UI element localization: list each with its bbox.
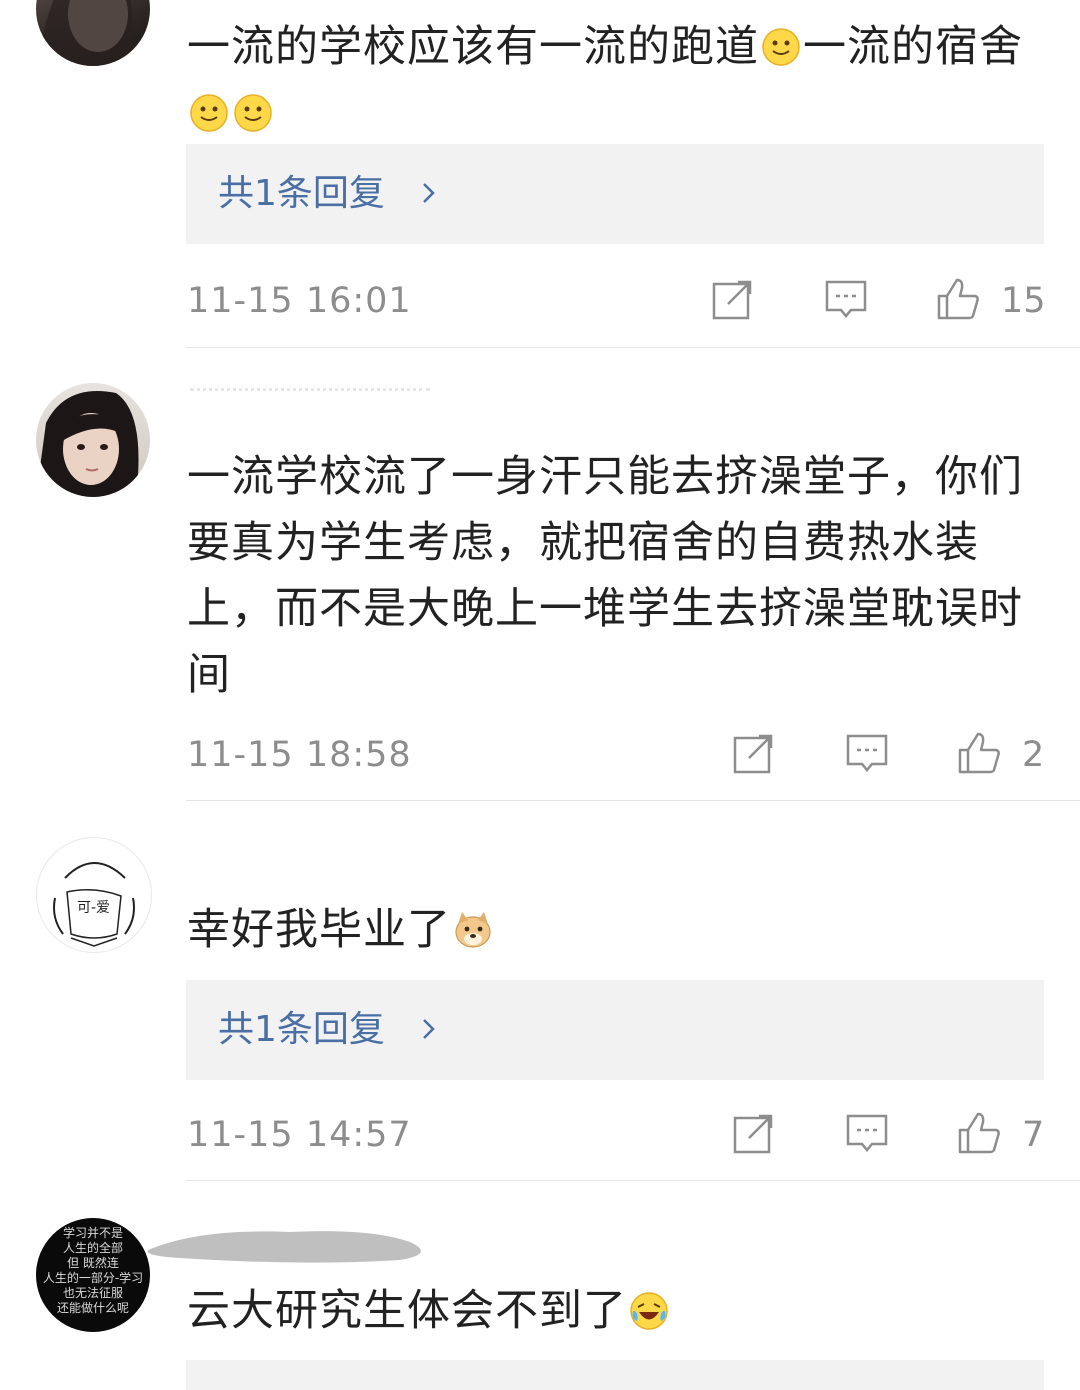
replies-button[interactable] (186, 1360, 1044, 1390)
like-icon[interactable] (956, 730, 1002, 776)
like-count: 7 (1022, 1115, 1045, 1155)
comment-text: 一流的学校应该有一流的跑道 一流的宿舍 (187, 14, 1047, 146)
avatar-image (36, 391, 139, 497)
divider (186, 1180, 1080, 1181)
comment-icon[interactable] (844, 730, 890, 776)
avatar[interactable] (36, 383, 150, 497)
smile-emoji-icon (234, 94, 272, 132)
comment-meta: 11-15 14:57 7 (187, 1110, 1047, 1160)
replies-button[interactable]: 共1条回复 (186, 980, 1044, 1080)
like-count: 2 (1022, 735, 1045, 775)
chevron-right-icon (423, 183, 435, 203)
laugh-cry-emoji-icon (630, 1292, 668, 1330)
comment-text: 幸好我毕业了 (187, 897, 1047, 963)
comment-text: 一流学校流了一身汗只能去挤澡堂子，你们 要真为学生考虑，就把宿舍的自费热水装 上… (187, 452, 1023, 700)
comment-meta: 11-15 18:58 2 (187, 730, 1047, 780)
chevron-right-icon (423, 1019, 435, 1039)
username-obscured (190, 388, 430, 417)
timestamp: 11-15 14:57 (187, 1115, 412, 1155)
comment-text: 云大研究生体会不到了 (187, 1278, 1047, 1344)
avatar-image: 可-爱 (53, 862, 135, 947)
share-icon[interactable] (731, 730, 777, 776)
divider (186, 800, 1080, 801)
svg-text:可-爱: 可-爱 (77, 900, 110, 916)
smile-emoji-icon (762, 28, 800, 66)
replies-label: 共1条回复 (218, 1009, 385, 1050)
comment-icon[interactable] (823, 276, 869, 322)
avatar[interactable]: 学习并不是 人生的全部 但 既然连 人生的一部分-学习 也无法征服 还能做什么呢 (36, 1218, 150, 1332)
avatar-image (36, 0, 146, 66)
comment-icon[interactable] (844, 1110, 890, 1156)
username-scribble (140, 1222, 436, 1268)
avatar-text: 学习并不是 人生的全部 但 既然连 人生的一部分-学习 也无法征服 还能做什么呢 (42, 1226, 144, 1315)
smile-emoji-icon (190, 94, 228, 132)
divider (186, 347, 1080, 348)
share-icon[interactable] (710, 276, 756, 322)
share-icon[interactable] (731, 1110, 777, 1156)
avatar[interactable]: 可-爱 (36, 837, 152, 953)
timestamp: 11-15 16:01 (187, 281, 412, 321)
like-count: 15 (1001, 281, 1046, 321)
doge-emoji-icon (455, 912, 491, 948)
timestamp: 11-15 18:58 (187, 735, 412, 775)
like-icon[interactable] (935, 276, 981, 322)
replies-label: 共1条回复 (218, 173, 385, 214)
replies-button[interactable]: 共1条回复 (186, 144, 1044, 244)
comment-meta: 11-15 16:01 15 (187, 276, 1047, 326)
like-icon[interactable] (956, 1110, 1002, 1156)
avatar[interactable] (36, 0, 150, 66)
